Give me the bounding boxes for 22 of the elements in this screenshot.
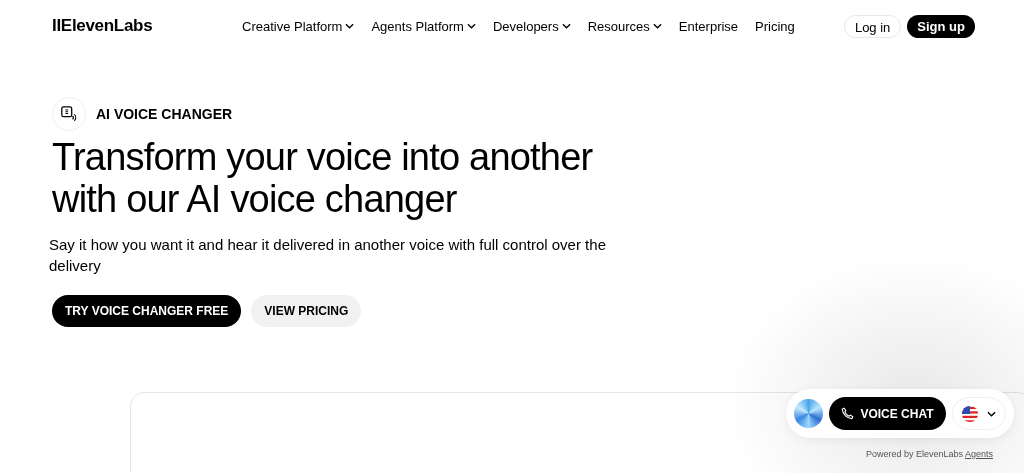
hero-subtitle: Say it how you want it and hear it delivered in another voice with full control over the delivery [49, 235, 607, 276]
orb-icon [794, 399, 824, 428]
flag-icon [961, 404, 980, 423]
try-button[interactable]: TRY VOICE CHANGER FREE [52, 295, 242, 327]
nav-link[interactable]: Pricing [755, 18, 795, 34]
phone-icon [841, 407, 855, 420]
login-button[interactable]: Log in [843, 14, 902, 38]
voice-chat-button[interactable]: VOICE CHAT [829, 397, 946, 430]
nav-link[interactable]: Developers [492, 18, 571, 34]
nav-link[interactable]: Creative Platform [242, 18, 355, 34]
language-select[interactable] [951, 397, 1006, 430]
nav-link[interactable]: Resources [587, 18, 662, 34]
agents-link[interactable]: Agents [964, 449, 993, 459]
hero-title: Transform your voice into another with our AI voice changer [52, 136, 594, 220]
nav-link[interactable]: Agents Platform [371, 18, 476, 34]
pricing-button[interactable]: VIEW PRICING [251, 295, 362, 327]
logo[interactable]: IIElevenLabs [52, 16, 242, 36]
section-label: AI VOICE CHANGER [96, 106, 233, 122]
nav-link[interactable]: Enterprise [678, 18, 739, 34]
chevron-down-icon [987, 410, 997, 417]
signup-button[interactable]: Sign up [907, 14, 975, 38]
powered-by-text: Powered by ElevenLabs [865, 449, 963, 459]
